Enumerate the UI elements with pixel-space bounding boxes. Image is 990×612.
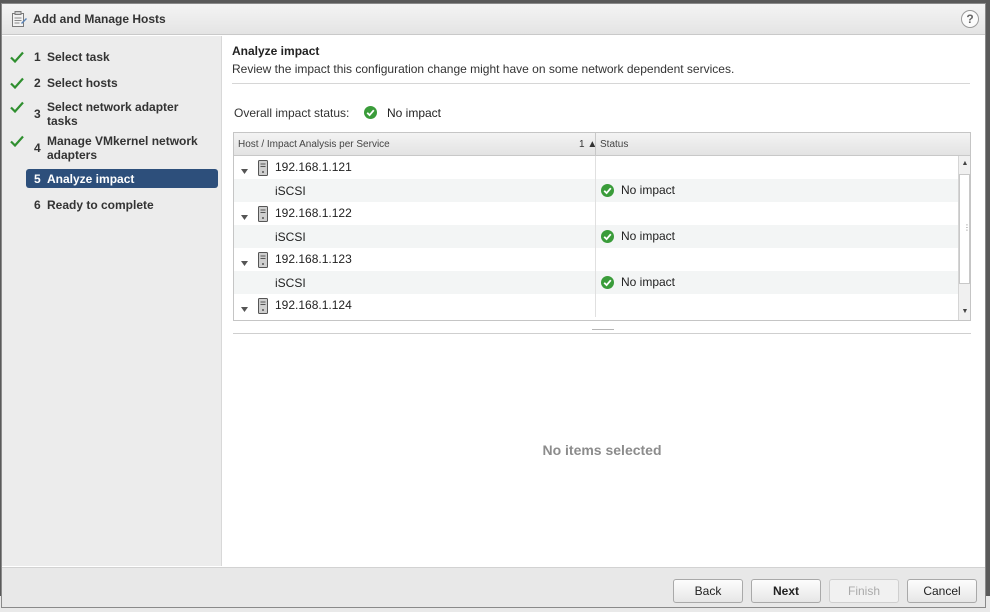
host-label: 192.168.1.124 bbox=[275, 298, 352, 312]
column-divider bbox=[595, 294, 596, 317]
checkmark-icon bbox=[10, 135, 24, 148]
green-check-circle-icon bbox=[601, 184, 614, 197]
caret-down-icon[interactable] bbox=[240, 164, 249, 174]
caret-down-icon[interactable] bbox=[240, 210, 249, 220]
table-row-service[interactable]: iSCSI No impact bbox=[234, 179, 958, 202]
step-label: Select task bbox=[47, 50, 110, 64]
step-label: Select network adapter tasks bbox=[47, 100, 179, 128]
table-row-host[interactable]: 192.168.1.124 bbox=[234, 294, 958, 317]
step-number: 2 bbox=[34, 76, 41, 90]
step-analyze-impact[interactable]: 5 Analyze impact bbox=[26, 169, 218, 188]
column-divider bbox=[595, 156, 596, 179]
column-divider bbox=[595, 179, 596, 202]
scrollbar-grip-icon: ⋮ bbox=[963, 223, 971, 232]
green-check-circle-icon bbox=[601, 230, 614, 243]
host-label: 192.168.1.121 bbox=[275, 160, 352, 174]
column-resize-handle[interactable] bbox=[595, 133, 596, 156]
caret-down-icon[interactable] bbox=[240, 256, 249, 266]
host-label: 192.168.1.122 bbox=[275, 206, 352, 220]
next-button[interactable]: Next bbox=[751, 579, 821, 603]
page-description: Review the impact this configuration cha… bbox=[232, 62, 735, 76]
cancel-button[interactable]: Cancel bbox=[907, 579, 977, 603]
server-host-icon bbox=[257, 298, 269, 314]
column-divider bbox=[595, 225, 596, 248]
green-check-circle-icon bbox=[364, 106, 377, 119]
details-empty-message: No items selected bbox=[542, 442, 662, 458]
step-number: 1 bbox=[34, 50, 41, 64]
column-divider bbox=[595, 202, 596, 225]
server-host-icon bbox=[257, 252, 269, 268]
host-label: 192.168.1.123 bbox=[275, 252, 352, 266]
step-label: Analyze impact bbox=[47, 172, 135, 186]
wizard-content: Analyze impact Review the impact this co… bbox=[223, 36, 985, 566]
caret-down-icon[interactable] bbox=[240, 302, 249, 312]
wizard-footer: Back Next Finish Cancel bbox=[2, 567, 985, 607]
scrollbar-thumb[interactable]: ⋮ bbox=[959, 174, 970, 284]
table-row-host[interactable]: 192.168.1.122 bbox=[234, 202, 958, 225]
checkmark-icon bbox=[10, 101, 24, 114]
table-row-service[interactable]: iSCSI No impact bbox=[234, 225, 958, 248]
impact-analysis-grid: Host / Impact Analysis per Service 1 ▲ S… bbox=[233, 132, 971, 321]
column-divider bbox=[595, 271, 596, 294]
step-number: 6 bbox=[34, 198, 41, 212]
add-manage-hosts-dialog: Add and Manage Hosts ? 1 Select task 2 S… bbox=[1, 3, 986, 608]
column-header-status[interactable]: Status bbox=[600, 139, 628, 150]
table-row-host[interactable]: 192.168.1.123 bbox=[234, 248, 958, 271]
wizard-clipboard-icon bbox=[11, 11, 27, 28]
scroll-up-arrow-icon[interactable]: ▲ bbox=[960, 157, 970, 171]
details-splitter[interactable] bbox=[233, 333, 971, 334]
table-row-service[interactable]: iSCSI No impact bbox=[234, 271, 958, 294]
step-number: 3 bbox=[34, 107, 41, 121]
overall-impact-value: No impact bbox=[387, 106, 442, 120]
step-label: Select hosts bbox=[47, 76, 118, 90]
status-label: No impact bbox=[621, 229, 676, 243]
divider bbox=[232, 83, 970, 84]
overall-impact-label: Overall impact status: bbox=[234, 106, 350, 120]
step-label: Manage VMkernel network adapters bbox=[47, 134, 198, 162]
service-label: iSCSI bbox=[275, 184, 306, 198]
column-header-host[interactable]: Host / Impact Analysis per Service bbox=[238, 139, 390, 150]
step-manage-vmkernel-adapters[interactable]: 4 Manage VMkernel network adapters bbox=[10, 134, 218, 162]
service-label: iSCSI bbox=[275, 230, 306, 244]
step-label: Ready to complete bbox=[47, 198, 154, 212]
checkmark-icon bbox=[10, 51, 24, 64]
finish-button[interactable]: Finish bbox=[829, 579, 899, 603]
service-label: iSCSI bbox=[275, 276, 306, 290]
green-check-circle-icon bbox=[601, 276, 614, 289]
page-title: Analyze impact bbox=[232, 44, 320, 58]
status-label: No impact bbox=[621, 183, 676, 197]
table-row-host[interactable]: 192.168.1.121 bbox=[234, 156, 958, 179]
help-button[interactable]: ? bbox=[961, 10, 979, 28]
step-number: 4 bbox=[34, 141, 41, 155]
step-select-network-adapter-tasks[interactable]: 3 Select network adapter tasks bbox=[10, 100, 218, 128]
status-label: No impact bbox=[621, 275, 676, 289]
server-host-icon bbox=[257, 206, 269, 222]
step-number: 5 bbox=[34, 172, 41, 186]
scroll-down-arrow-icon[interactable]: ▼ bbox=[960, 305, 970, 319]
back-button[interactable]: Back bbox=[673, 579, 743, 603]
dialog-title: Add and Manage Hosts bbox=[33, 12, 166, 26]
dialog-titlebar: Add and Manage Hosts ? bbox=[2, 4, 985, 35]
grid-vertical-scrollbar[interactable]: ▲ ⋮ ▼ bbox=[958, 156, 970, 320]
column-divider bbox=[595, 248, 596, 271]
checkmark-icon bbox=[10, 77, 24, 90]
grid-header: Host / Impact Analysis per Service 1 ▲ S… bbox=[234, 133, 970, 156]
server-host-icon bbox=[257, 160, 269, 176]
wizard-steps-sidebar: 1 Select task 2 Select hosts 3 Select ne… bbox=[2, 36, 222, 566]
